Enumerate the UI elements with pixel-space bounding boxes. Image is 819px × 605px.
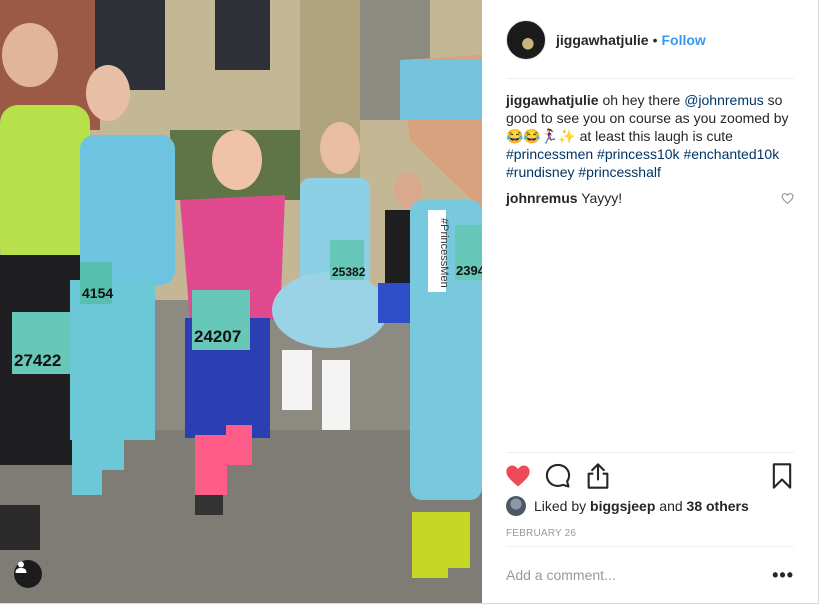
bookmark-icon[interactable] (768, 462, 796, 490)
bib-number-3: 24207 (194, 327, 241, 346)
bib-number-1: 27422 (14, 351, 61, 370)
divider (506, 546, 794, 547)
caption-mention[interactable]: @johnremus (684, 92, 764, 108)
hashtag-link[interactable]: #princessmen (506, 146, 593, 162)
avatar[interactable] (506, 20, 546, 60)
post-photo[interactable]: 27422 4154 24207 25382 #PrincessMen 2394 (0, 0, 482, 603)
action-bar (504, 460, 796, 492)
caption-text-1: oh hey there (602, 92, 681, 108)
photo-illustration: 27422 4154 24207 25382 #PrincessMen 2394 (0, 0, 482, 603)
caption-username[interactable]: jiggawhatjulie (506, 92, 599, 108)
like-comment-icon[interactable] (781, 192, 794, 205)
comment-icon[interactable] (544, 462, 572, 490)
bib-number-4: 25382 (332, 265, 366, 279)
person-icon (15, 561, 27, 573)
caption: jiggawhatjulie oh hey there @johnremus s… (506, 91, 794, 181)
tagged-users-button[interactable] (14, 560, 42, 588)
header-username[interactable]: jiggawhatjulie (556, 32, 649, 48)
comments-section: jiggawhatjulie oh hey there @johnremus s… (506, 91, 794, 207)
likes-middle: and (659, 498, 683, 514)
bib-number-2: 4154 (82, 285, 113, 301)
likes-prefix: Liked by (534, 498, 587, 514)
heart-icon[interactable] (504, 462, 532, 490)
divider (506, 452, 794, 453)
hashtag-link[interactable]: #enchanted10k (683, 146, 779, 162)
more-options-icon[interactable]: ••• (772, 565, 794, 586)
post-header: jiggawhatjulie • Follow (506, 18, 794, 62)
add-comment-bar: ••• (506, 558, 794, 592)
bib-number-5: 2394 (456, 263, 482, 278)
post-date[interactable]: FEBRUARY 26 (506, 528, 576, 539)
comment-username[interactable]: johnremus (506, 190, 578, 206)
comment-text: Yayyy! (581, 190, 623, 206)
hashtag-link[interactable]: #princesshalf (578, 164, 661, 180)
follow-button[interactable]: Follow (661, 32, 705, 48)
liker-avatar (506, 496, 526, 516)
hashtag-link[interactable]: #rundisney (506, 164, 575, 180)
comment-item: johnremus Yayyy! (506, 189, 794, 207)
post-side-panel: jiggawhatjulie • Follow jiggawhatjulie o… (482, 0, 818, 603)
post-card: 27422 4154 24207 25382 #PrincessMen 2394… (0, 0, 819, 604)
hashtag-link[interactable]: #princess10k (597, 146, 680, 162)
divider (506, 78, 794, 79)
share-icon[interactable] (584, 462, 612, 490)
likes-summary[interactable]: Liked by biggsjeep and 38 others (506, 496, 749, 516)
likes-others[interactable]: 38 others (687, 498, 749, 514)
likes-user[interactable]: biggsjeep (590, 498, 655, 514)
separator-dot: • (652, 32, 658, 48)
add-comment-input[interactable] (506, 567, 746, 583)
princessmen-sign: #PrincessMen (438, 218, 450, 288)
